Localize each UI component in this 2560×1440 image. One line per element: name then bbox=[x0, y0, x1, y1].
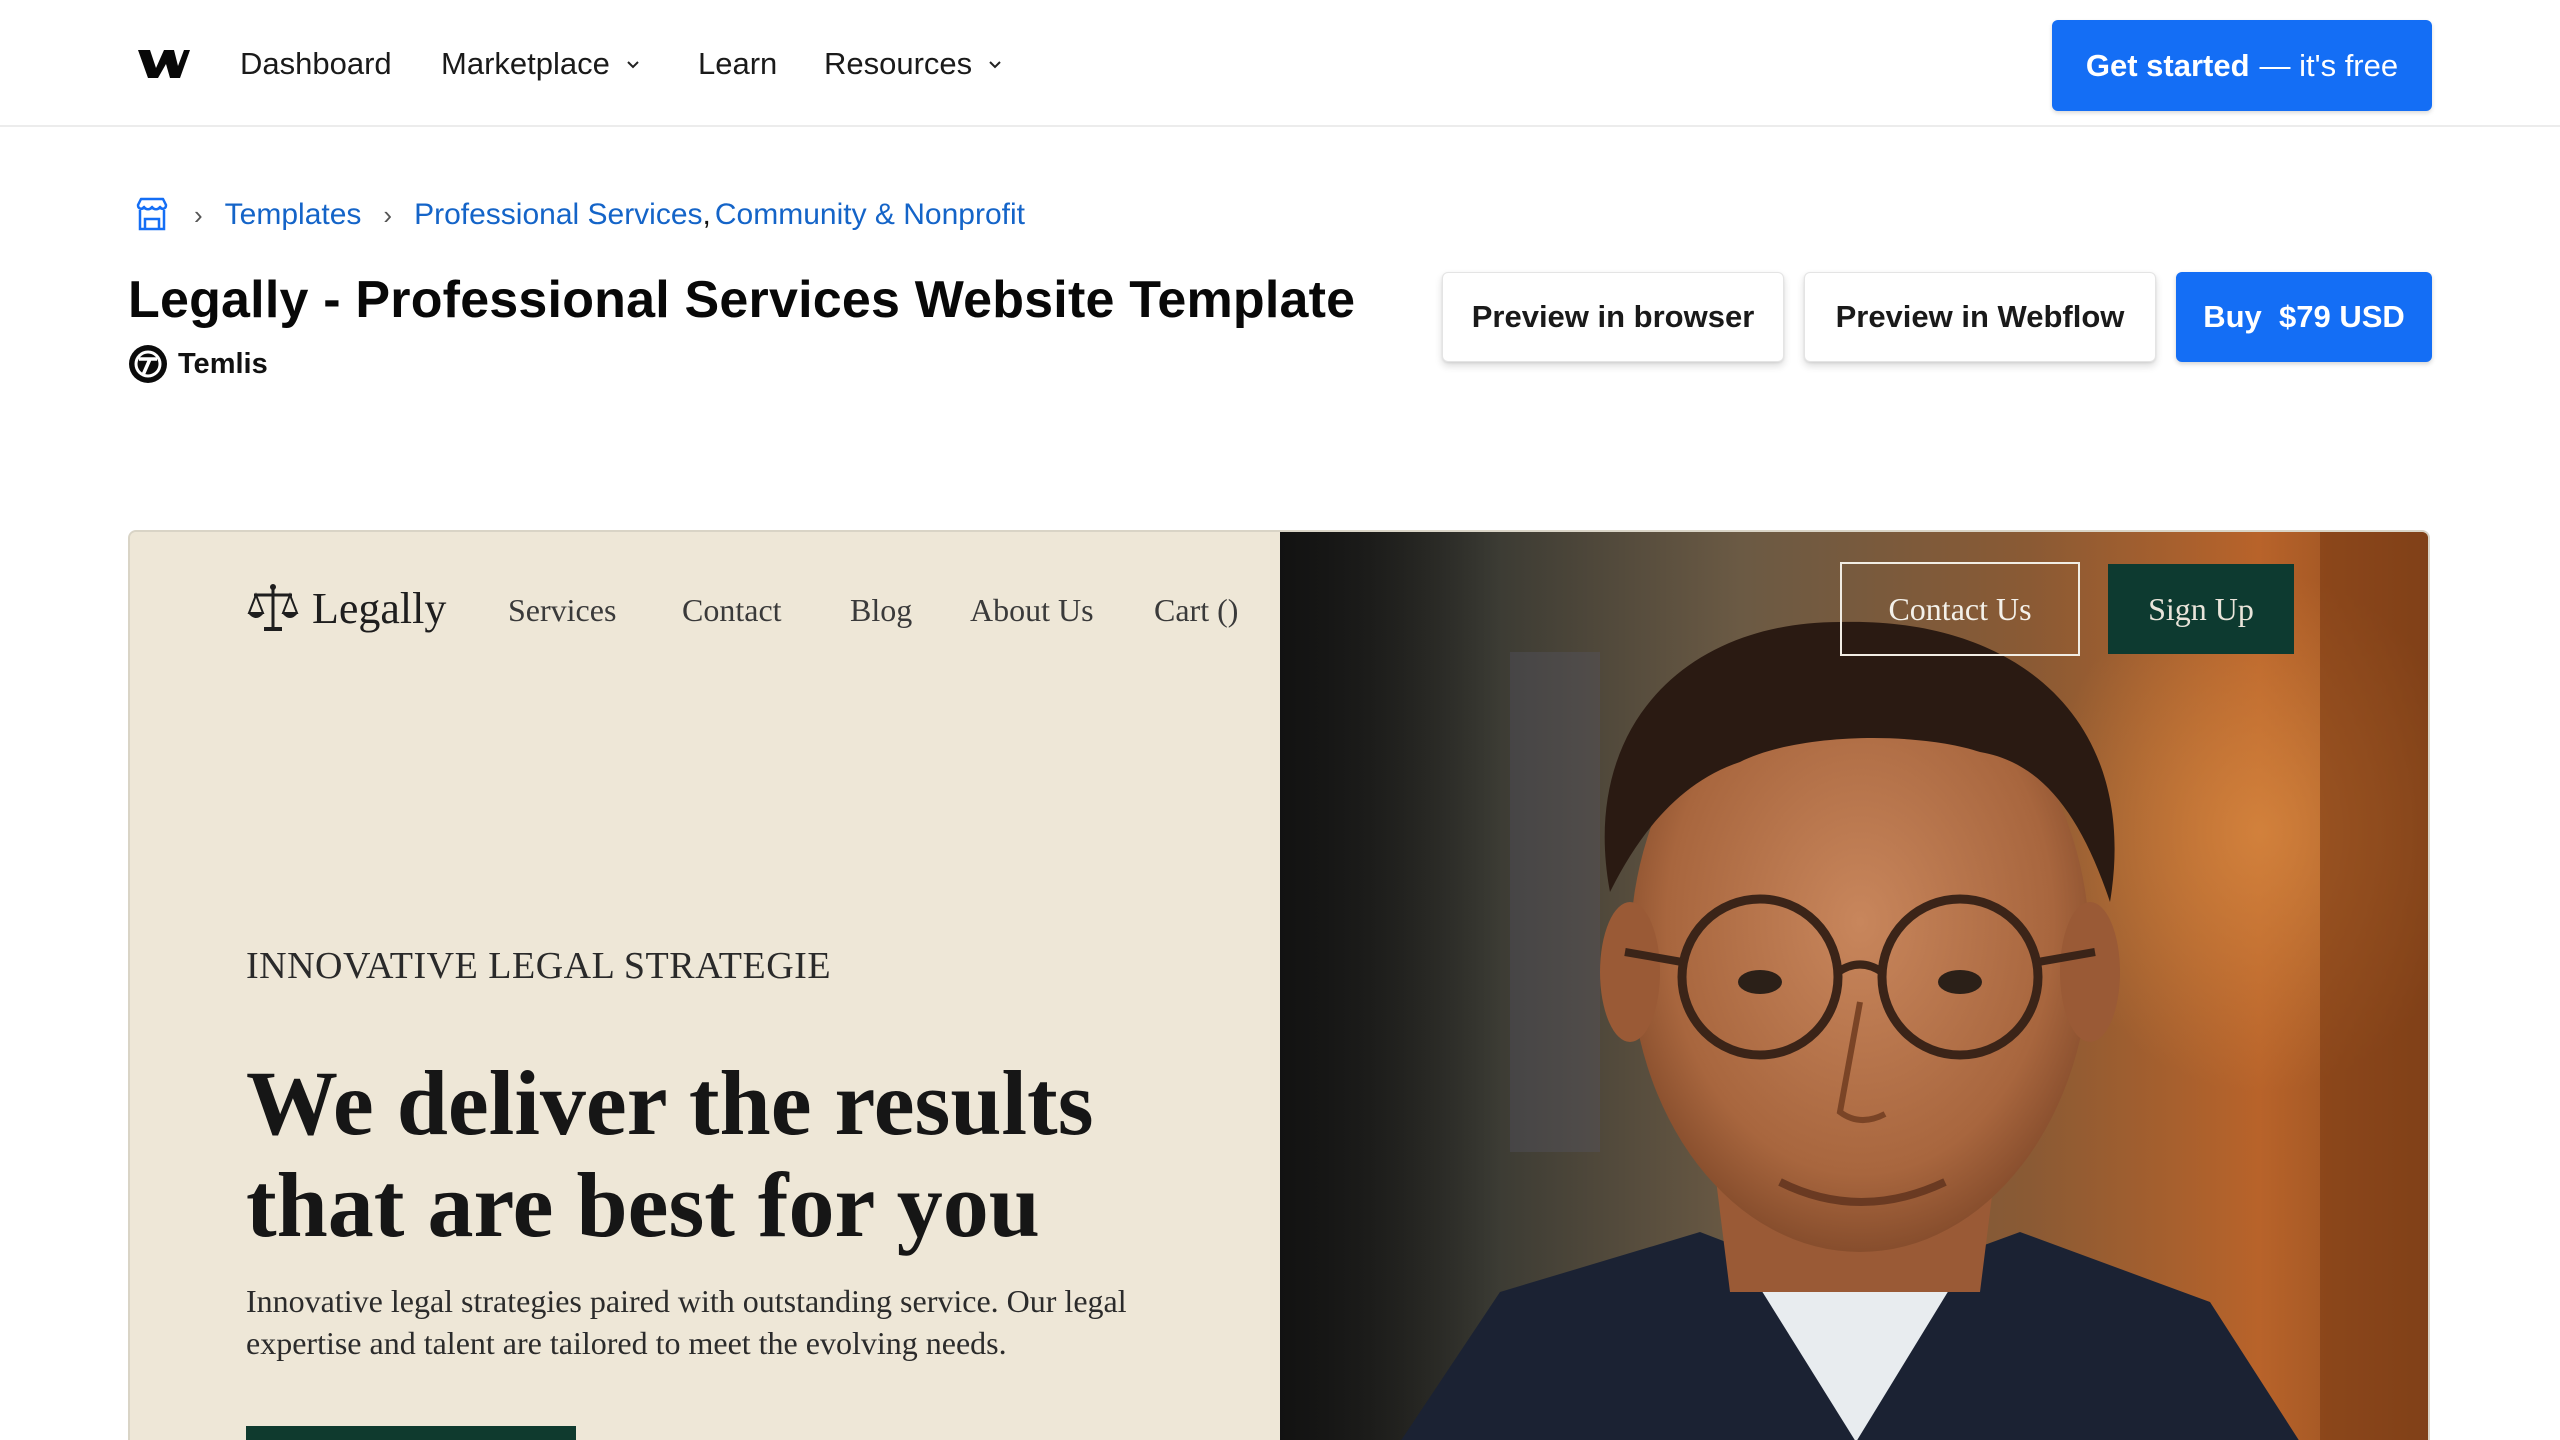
preview-in-browser-label: Preview in browser bbox=[1471, 299, 1755, 334]
storefront-icon[interactable] bbox=[132, 195, 172, 235]
preview-nav-services[interactable]: Services bbox=[508, 592, 616, 629]
preview-brand[interactable]: Legally bbox=[246, 578, 446, 638]
preview-eyebrow: INNOVATIVE LEGAL STRATEGIE bbox=[246, 945, 832, 987]
breadcrumb: › Templates › Professional Services , Co… bbox=[132, 192, 1025, 238]
preview-in-browser-button[interactable]: Preview in browser bbox=[1442, 272, 1784, 362]
nav-marketplace[interactable]: Marketplace bbox=[441, 42, 642, 86]
portrait-photo-image bbox=[1280, 532, 2428, 1440]
template-preview[interactable]: Legally Services Contact Blog About Us C… bbox=[128, 530, 2430, 1440]
nav-resources[interactable]: Resources bbox=[824, 42, 1004, 86]
preview-sign-up-label: Sign Up bbox=[2148, 590, 2254, 627]
scales-of-justice-icon bbox=[247, 584, 299, 631]
buy-button[interactable]: Buy $79 USD bbox=[2176, 272, 2432, 362]
chevron-down-icon bbox=[989, 61, 1001, 69]
preview-hero-panel: Legally Services Contact Blog About Us C… bbox=[130, 532, 1280, 1440]
author-avatar-icon bbox=[129, 345, 167, 383]
preview-nav-cart[interactable]: Cart () bbox=[1154, 592, 1238, 629]
preview-hero-image: Contact Us Sign Up bbox=[1280, 532, 2428, 1440]
preview-brand-name: Legally bbox=[312, 583, 447, 633]
preview-nav-about-us[interactable]: About Us bbox=[970, 592, 1094, 629]
chevron-down-icon bbox=[627, 61, 639, 69]
nav-learn-label: Learn bbox=[698, 46, 778, 81]
breadcrumb-professional-services[interactable]: Professional Services bbox=[414, 198, 702, 232]
preview-sign-up-button[interactable]: Sign Up bbox=[2108, 564, 2294, 654]
nav-learn[interactable]: Learn bbox=[698, 42, 777, 86]
breadcrumb-separator: › bbox=[194, 199, 203, 230]
preview-nav-contact[interactable]: Contact bbox=[682, 592, 782, 629]
preview-contact-us-label: Contact Us bbox=[1888, 590, 2032, 627]
preview-cta-button[interactable] bbox=[246, 1426, 576, 1440]
page-title: Legally - Professional Services Website … bbox=[128, 271, 1356, 329]
top-navigation: Dashboard Marketplace Learn Resources Ge… bbox=[0, 0, 2560, 127]
author-name: Temlis bbox=[178, 347, 268, 380]
preview-body-text: Innovative legal strategies paired with … bbox=[246, 1283, 1127, 1361]
nav-resources-label: Resources bbox=[824, 46, 973, 81]
buy-label: Buy $79 USD bbox=[2203, 299, 2405, 334]
preview-in-webflow-label: Preview in Webflow bbox=[1835, 299, 2125, 334]
preview-headline: We deliver the results that are best for… bbox=[246, 1052, 1094, 1256]
preview-nav-blog[interactable]: Blog bbox=[850, 592, 912, 629]
breadcrumb-comma: , bbox=[702, 198, 711, 231]
webflow-logo-icon[interactable] bbox=[136, 44, 190, 84]
author-link[interactable]: Temlis bbox=[128, 343, 268, 385]
preview-contact-us-button[interactable]: Contact Us bbox=[1840, 562, 2080, 656]
preview-in-webflow-button[interactable]: Preview in Webflow bbox=[1804, 272, 2156, 362]
nav-dashboard-label: Dashboard bbox=[240, 46, 392, 81]
breadcrumb-separator: › bbox=[383, 199, 393, 230]
get-started-label: Get started bbox=[2085, 47, 2250, 83]
get-started-button[interactable]: Get started — it's free bbox=[2052, 20, 2432, 111]
breadcrumb-community-nonprofit[interactable]: Community & Nonprofit bbox=[715, 198, 1025, 232]
get-started-sublabel: — it's free bbox=[2259, 47, 2399, 83]
nav-marketplace-label: Marketplace bbox=[441, 46, 610, 81]
breadcrumb-templates[interactable]: Templates bbox=[225, 198, 362, 232]
nav-dashboard[interactable]: Dashboard bbox=[240, 42, 392, 86]
